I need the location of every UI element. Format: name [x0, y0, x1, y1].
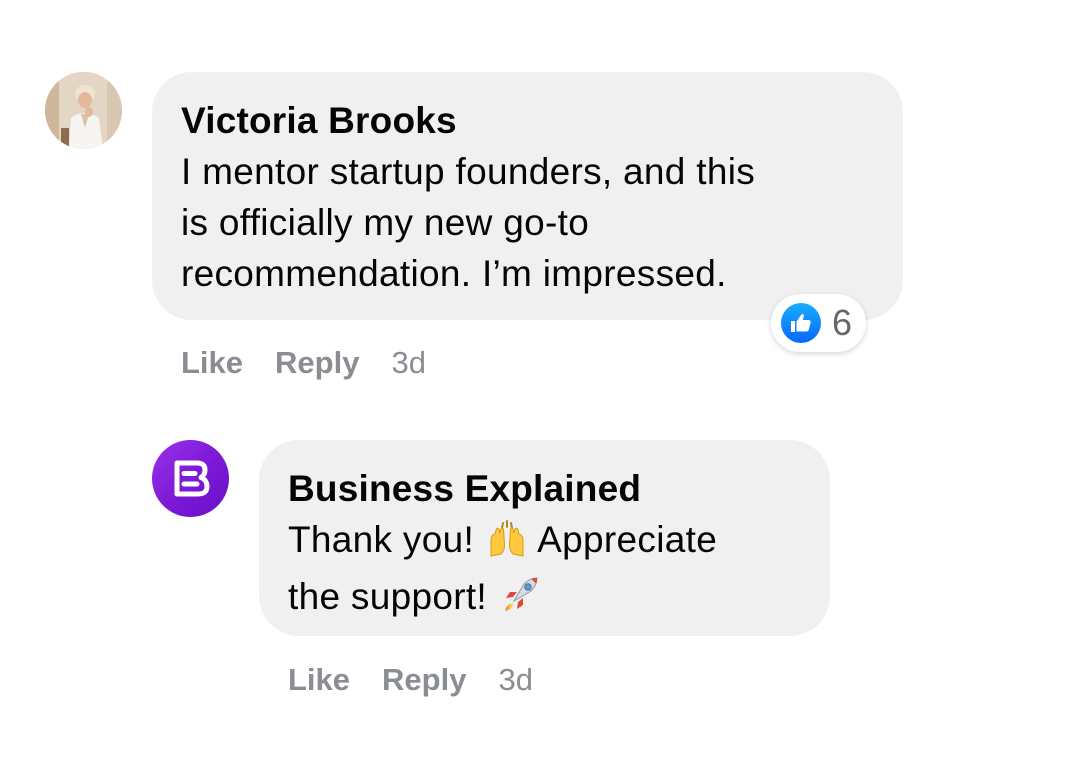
comment-timestamp[interactable]: 3d: [498, 662, 532, 698]
like-icon: [781, 303, 821, 343]
comment-bubble: Victoria Brooks I mentor startup founder…: [152, 72, 903, 320]
reply-actions: Like Reply 3d: [288, 662, 533, 698]
text-segment: Thank you!: [288, 519, 485, 560]
comment-text: Thank you! Appreciate the support!: [288, 514, 800, 628]
reaction-count: 6: [832, 302, 853, 343]
avatar-business-explained[interactable]: [152, 440, 229, 517]
text-segment: Appreciate: [528, 519, 718, 560]
comment-timestamp[interactable]: 3d: [391, 345, 425, 381]
comment-text-line: I mentor startup founders, and this: [181, 151, 756, 192]
comment-text-line: Thank you! Appreciate: [288, 514, 800, 571]
like-button[interactable]: Like: [181, 345, 243, 381]
raising-hands-emoji: [487, 518, 527, 571]
comment-author-name[interactable]: Business Explained: [288, 466, 800, 512]
reply-button[interactable]: Reply: [382, 662, 466, 698]
comment-text-line: the support!: [288, 571, 800, 628]
comment-actions: Like Reply 3d: [181, 345, 426, 381]
reply-button[interactable]: Reply: [275, 345, 359, 381]
avatar-victoria-brooks[interactable]: [45, 72, 122, 149]
like-button[interactable]: Like: [288, 662, 350, 698]
comment-text: I mentor startup founders, and this is o…: [181, 146, 873, 299]
brand-logo-icon: [174, 460, 210, 497]
rocket-emoji: [500, 575, 540, 628]
reply-bubble: Business Explained Thank you! Appreciate…: [259, 440, 830, 636]
text-segment: the support!: [288, 576, 498, 617]
comment-author-name[interactable]: Victoria Brooks: [181, 98, 873, 144]
profile-photo: [45, 72, 122, 149]
comment-text-line: recommendation. I’m impressed.: [181, 253, 727, 294]
comment-text-line: is officially my new go-to: [181, 202, 590, 243]
reaction-summary[interactable]: 6: [771, 294, 867, 352]
